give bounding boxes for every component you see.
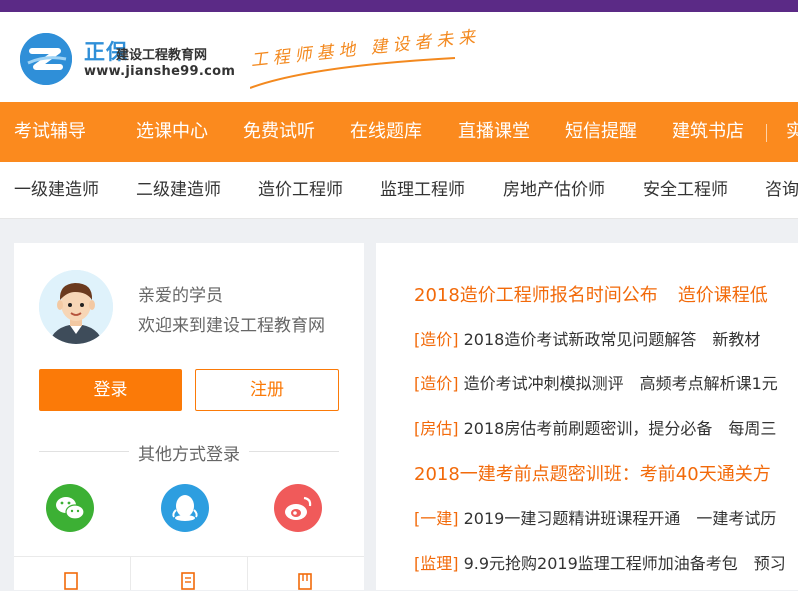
top-accent-bar — [0, 0, 798, 12]
main-nav-more[interactable]: 实 — [786, 102, 798, 162]
news-tag: [一建] — [414, 509, 459, 528]
category-consulting[interactable]: 咨询 — [765, 162, 798, 219]
main-nav-divider — [766, 124, 767, 142]
login-panel: 亲爱的学员 欢迎来到建设工程教育网 登录 注册 其他方式登录 — [14, 243, 364, 590]
category-safety-engineer[interactable]: 安全工程师 — [643, 162, 728, 219]
exam-category-nav: 一级建造师 二级建造师 造价工程师 监理工程师 房地产估价师 安全工程师 咨询 — [0, 162, 798, 219]
headline-title[interactable]: 2018造价工程师报名时间公布 — [414, 285, 658, 306]
brand-url[interactable]: www.jianshe99.com — [84, 64, 235, 79]
category-supervision-engineer[interactable]: 监理工程师 — [380, 162, 465, 219]
news-title[interactable]: 每周三 — [728, 419, 776, 438]
news-headline[interactable]: 2018造价工程师报名时间公布 造价课程低 — [414, 281, 768, 307]
notebook-icon[interactable] — [63, 571, 79, 591]
other-login-label: 其他方式登录 — [138, 445, 240, 465]
slogan-swoosh-icon — [250, 57, 456, 89]
tool-divider — [130, 557, 131, 590]
welcome-text: 欢迎来到建设工程教育网 — [138, 316, 325, 336]
main-nav-live-class[interactable]: 直播课堂 — [458, 102, 530, 162]
headline-title[interactable]: 造价课程低 — [678, 285, 768, 306]
news-tag: [监理] — [414, 554, 459, 573]
tool-divider — [247, 557, 248, 590]
brand-subtitle[interactable]: 建设工程教育网 — [116, 44, 207, 63]
greeting-text: 亲爱的学员 — [138, 286, 223, 306]
brand-logo-icon[interactable] — [20, 33, 72, 85]
weibo-icon[interactable] — [274, 484, 322, 532]
main-nav-bookstore[interactable]: 建筑书店 — [672, 102, 744, 162]
news-item[interactable]: [造价] 2018造价考试新政常见问题解答 新教材 — [414, 326, 760, 350]
news-item[interactable]: [房估] 2018房估考前刷题密训，提分必备 每周三 — [414, 415, 776, 439]
category-cost-engineer[interactable]: 造价工程师 — [258, 162, 343, 219]
wechat-icon[interactable] — [46, 484, 94, 532]
news-headline[interactable]: 2018一建考前点题密训班：考前40天通关方 — [414, 460, 771, 486]
divider-right — [249, 451, 339, 452]
panel-divider — [14, 556, 364, 557]
site-header: 正保 建设工程教育网 www.jianshe99.com 工程师基地 建设者未来 — [0, 12, 798, 102]
login-button[interactable]: 登录 — [39, 369, 182, 411]
calendar-icon[interactable] — [297, 571, 313, 591]
news-panel: 2018造价工程师报名时间公布 造价课程低 [造价] 2018造价考试新政常见问题… — [376, 243, 798, 590]
news-title[interactable]: 2018造价考试新政常见问题解答 — [464, 330, 697, 349]
news-title[interactable]: 造价考试冲刺模拟测评 — [464, 374, 624, 393]
news-title[interactable]: 高频考点解析课1元 — [640, 374, 778, 393]
news-item[interactable]: [造价] 造价考试冲刺模拟测评 高频考点解析课1元 — [414, 370, 778, 394]
main-nav-question-bank[interactable]: 在线题库 — [350, 102, 422, 162]
category-first-class-builder[interactable]: 一级建造师 — [14, 162, 99, 219]
news-tag: [造价] — [414, 330, 459, 349]
student-avatar — [39, 270, 113, 344]
main-nav-sms-reminder[interactable]: 短信提醒 — [565, 102, 637, 162]
category-second-class-builder[interactable]: 二级建造师 — [136, 162, 221, 219]
news-item[interactable]: [监理] 9.9元抢购2019监理工程师加油备考包 预习 — [414, 550, 786, 574]
category-real-estate-appraiser[interactable]: 房地产估价师 — [503, 162, 605, 219]
news-tag: [造价] — [414, 374, 459, 393]
news-tag: [房估] — [414, 419, 459, 438]
news-title[interactable]: 2019一建习题精讲班课程开通 — [464, 509, 681, 528]
main-nav-exam-tutoring[interactable]: 考试辅导 — [14, 102, 86, 162]
main-nav-course-center[interactable]: 选课中心 — [136, 102, 208, 162]
news-title[interactable]: 2018房估考前刷题密训，提分必备 — [464, 419, 713, 438]
main-nav-free-trial[interactable]: 免费试听 — [243, 102, 315, 162]
document-icon[interactable] — [180, 571, 196, 591]
news-title[interactable]: 9.9元抢购2019监理工程师加油备考包 — [464, 554, 738, 573]
news-title[interactable]: 预习 — [754, 554, 786, 573]
main-navigation: 考试辅导 选课中心 免费试听 在线题库 直播课堂 短信提醒 建筑书店 实 — [0, 102, 798, 162]
register-button[interactable]: 注册 — [195, 369, 339, 411]
news-item[interactable]: [一建] 2019一建习题精讲班课程开通 一建考试历 — [414, 505, 776, 529]
headline-title[interactable]: 2018一建考前点题密训班：考前40天通关方 — [414, 464, 771, 485]
news-title[interactable]: 一建考试历 — [696, 509, 776, 528]
news-title[interactable]: 新教材 — [712, 330, 760, 349]
qq-icon[interactable] — [161, 484, 209, 532]
